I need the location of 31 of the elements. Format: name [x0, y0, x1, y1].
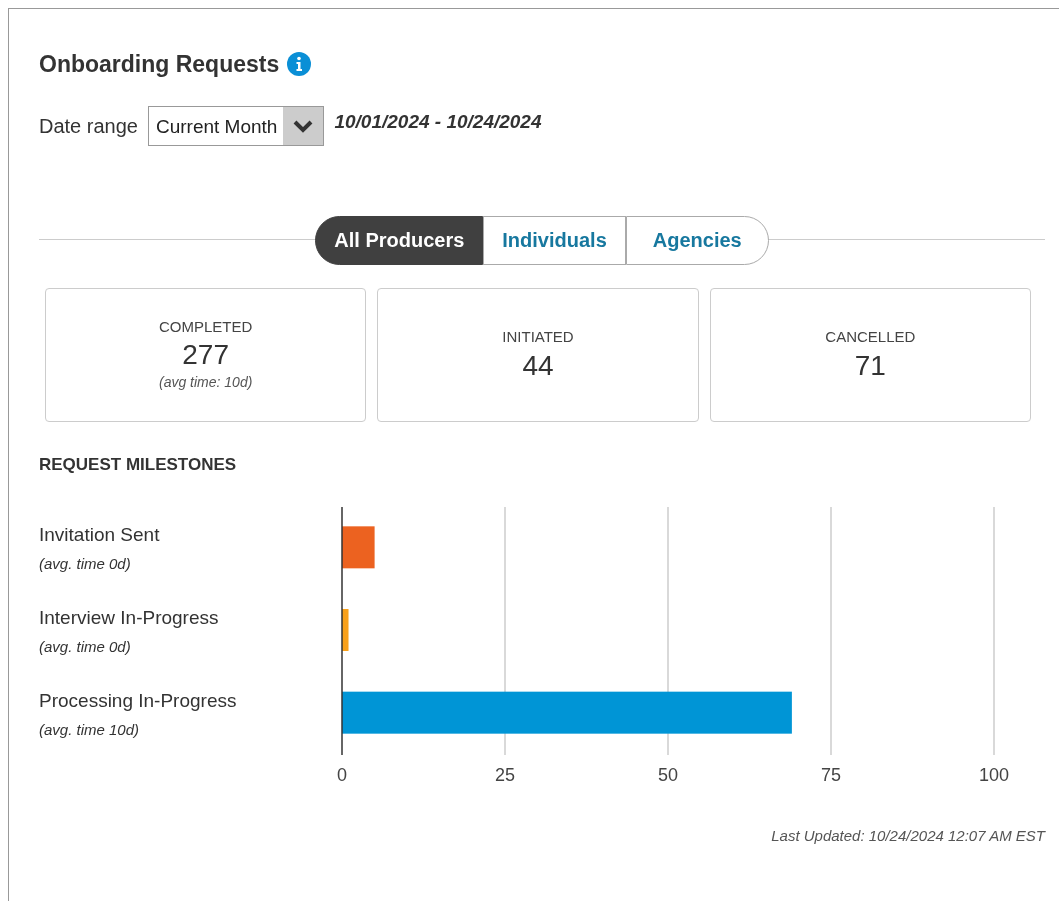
panel-title: Onboarding Requests: [39, 50, 280, 79]
axis-tick-label: 25: [495, 765, 515, 785]
milestone-note: (avg. time 10d): [39, 720, 140, 738]
stat-note: (avg time: 10d): [158, 373, 253, 393]
filter-tab[interactable]: Individuals: [483, 215, 626, 265]
milestone-note: (avg. time 0d): [39, 555, 131, 573]
milestone-bar: [342, 609, 349, 651]
axis-tick-label: 50: [658, 765, 678, 785]
last-updated-text: Last Updated: 10/24/2024 12:07 AM EST: [770, 826, 1045, 846]
milestone-label: Invitation Sent: [39, 524, 160, 546]
date-range-text: 10/01/2024 - 10/24/2024: [334, 110, 542, 135]
stat-value: 44: [522, 348, 554, 383]
axis-tick-label: 0: [337, 765, 347, 785]
info-icon[interactable]: [287, 52, 312, 77]
filter-tab[interactable]: All Producers: [315, 215, 484, 265]
milestone-label: Interview In-Progress: [39, 607, 219, 628]
filter-tab[interactable]: Agencies: [625, 215, 769, 265]
stat-label: COMPLETED: [159, 316, 253, 337]
stat-value: 71: [854, 348, 886, 383]
axis-tick-label: 100: [979, 765, 1009, 785]
milestone-label: Processing In-Progress: [39, 689, 237, 711]
milestone-bar: [342, 526, 375, 569]
stat-label: INITIATED: [502, 327, 574, 348]
stat-label: CANCELLED: [825, 327, 916, 348]
date-range-select[interactable]: Current Month: [147, 105, 325, 146]
date-range-label: Date range: [39, 113, 138, 139]
chevron-down-icon: [293, 118, 314, 133]
axis-tick-label: 75: [821, 765, 841, 785]
section-heading: REQUEST MILESTONES: [39, 453, 238, 476]
stat-value: 277: [182, 338, 229, 373]
milestone-note: (avg. time 0d): [39, 638, 131, 655]
